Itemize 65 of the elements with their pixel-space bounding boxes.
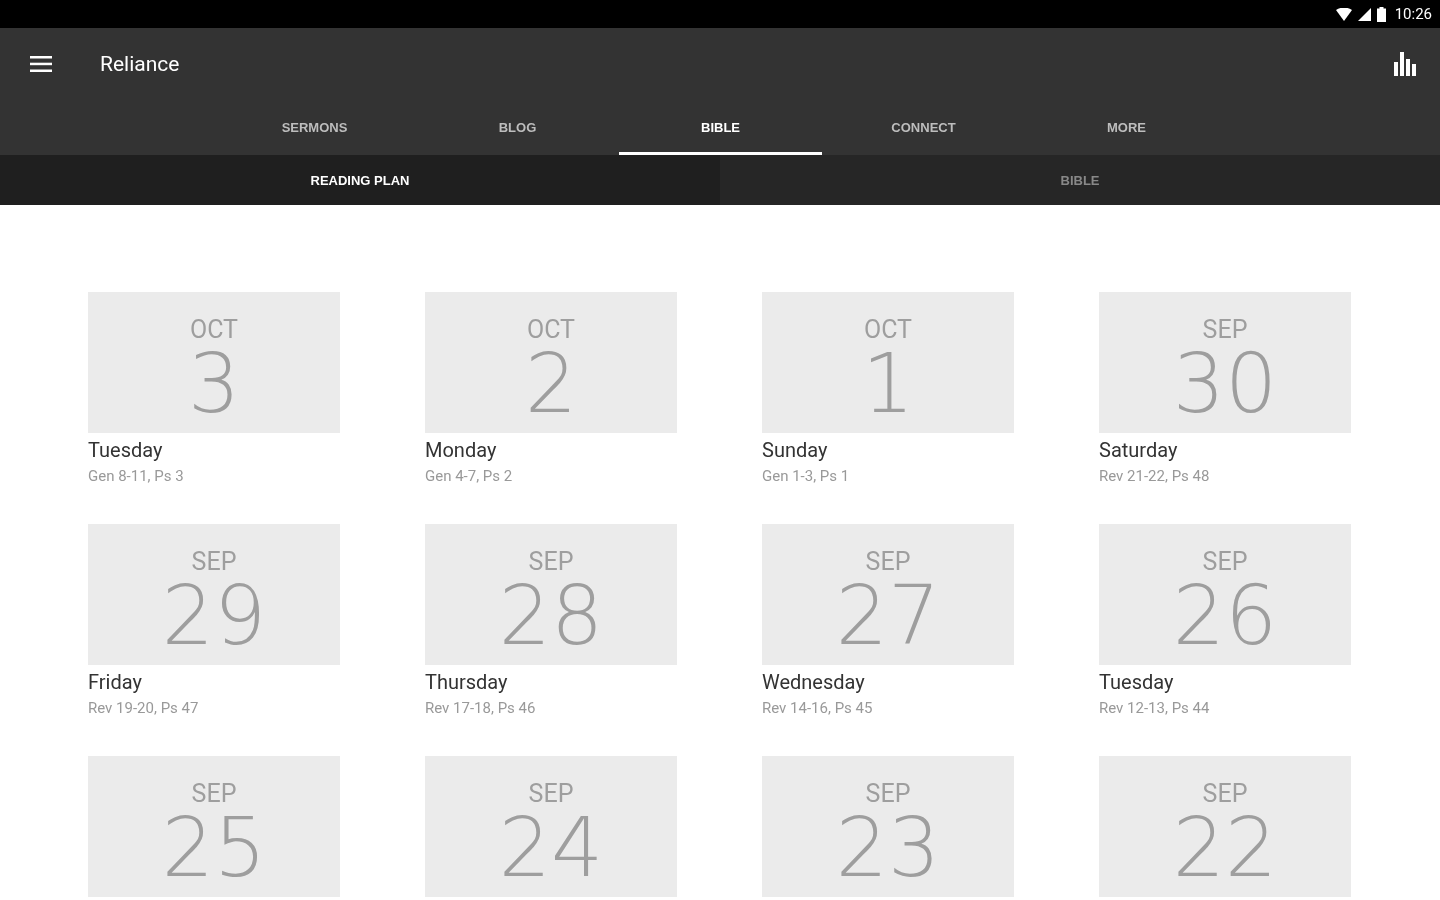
date-number: 27 xyxy=(835,576,941,656)
date-number: 26 xyxy=(1172,576,1278,656)
date-tile[interactable]: SEP 30 xyxy=(1099,292,1351,433)
month-label: SEP xyxy=(528,548,574,576)
date-tile[interactable]: SEP 27 xyxy=(762,524,1014,665)
month-label: SEP xyxy=(528,780,574,808)
nav-tab[interactable]: SERMONS xyxy=(213,100,416,155)
date-tile[interactable]: SEP 22 xyxy=(1099,756,1351,897)
reading-label: Rev 14-16, Ps 45 xyxy=(762,698,873,719)
sub-tab[interactable]: BIBLE xyxy=(720,155,1440,205)
menu-icon[interactable] xyxy=(30,56,52,72)
date-tile[interactable]: SEP 26 xyxy=(1099,524,1351,665)
date-tile[interactable]: SEP 25 xyxy=(88,756,340,897)
month-label: SEP xyxy=(865,780,911,808)
month-label: OCT xyxy=(863,316,912,344)
date-number: 1 xyxy=(861,344,915,424)
nav-tab[interactable]: CONNECT xyxy=(822,100,1025,155)
status-time: 10:26 xyxy=(1394,5,1432,23)
reading-label: Gen 8-11, Ps 3 xyxy=(88,466,184,487)
date-number: 2 xyxy=(524,344,578,424)
month-label: SEP xyxy=(1202,780,1248,808)
weekday-label: Tuesday xyxy=(1099,670,1174,695)
date-number: 24 xyxy=(498,808,604,888)
date-tile[interactable]: SEP 24 xyxy=(425,756,677,897)
nav-tab[interactable]: BLOG xyxy=(416,100,619,155)
sub-tab[interactable]: READING PLAN xyxy=(0,155,720,205)
reading-label: Rev 21-22, Ps 48 xyxy=(1099,466,1210,487)
bar-chart-icon[interactable] xyxy=(1394,52,1416,76)
weekday-label: Friday xyxy=(88,670,142,695)
date-tile[interactable]: OCT 3 xyxy=(88,292,340,433)
date-tile[interactable]: SEP 23 xyxy=(762,756,1014,897)
weekday-label: Thursday xyxy=(425,670,508,695)
wifi-icon xyxy=(1335,7,1352,21)
date-number: 25 xyxy=(161,808,267,888)
month-label: SEP xyxy=(1202,316,1248,344)
date-tile[interactable]: OCT 1 xyxy=(762,292,1014,433)
reading-label: Gen 4-7, Ps 2 xyxy=(425,466,513,487)
reading-label: Rev 17-18, Ps 46 xyxy=(425,698,536,719)
reading-label: Rev 12-13, Ps 44 xyxy=(1099,698,1210,719)
date-number: 3 xyxy=(187,344,241,424)
weekday-label: Monday xyxy=(425,438,497,463)
app-title: Reliance xyxy=(100,52,181,76)
month-label: SEP xyxy=(865,548,911,576)
signal-icon xyxy=(1357,7,1371,21)
weekday-label: Saturday xyxy=(1099,438,1178,463)
date-tile[interactable]: SEP 28 xyxy=(425,524,677,665)
date-number: 30 xyxy=(1172,344,1278,424)
reading-label: Rev 19-20, Ps 47 xyxy=(88,698,199,719)
month-label: SEP xyxy=(191,780,237,808)
date-number: 29 xyxy=(161,576,267,656)
nav-tab[interactable]: MORE xyxy=(1025,100,1228,155)
month-label: OCT xyxy=(526,316,575,344)
weekday-label: Sunday xyxy=(762,438,828,463)
weekday-label: Wednesday xyxy=(762,670,865,695)
month-label: SEP xyxy=(191,548,237,576)
date-number: 22 xyxy=(1172,808,1278,888)
month-label: SEP xyxy=(1202,548,1248,576)
date-tile[interactable]: OCT 2 xyxy=(425,292,677,433)
month-label: OCT xyxy=(189,316,238,344)
date-number: 28 xyxy=(498,576,604,656)
reading-label: Gen 1-3, Ps 1 xyxy=(762,466,850,487)
date-number: 23 xyxy=(835,808,941,888)
battery-icon xyxy=(1376,6,1386,22)
date-tile[interactable]: SEP 29 xyxy=(88,524,340,665)
weekday-label: Tuesday xyxy=(88,438,163,463)
